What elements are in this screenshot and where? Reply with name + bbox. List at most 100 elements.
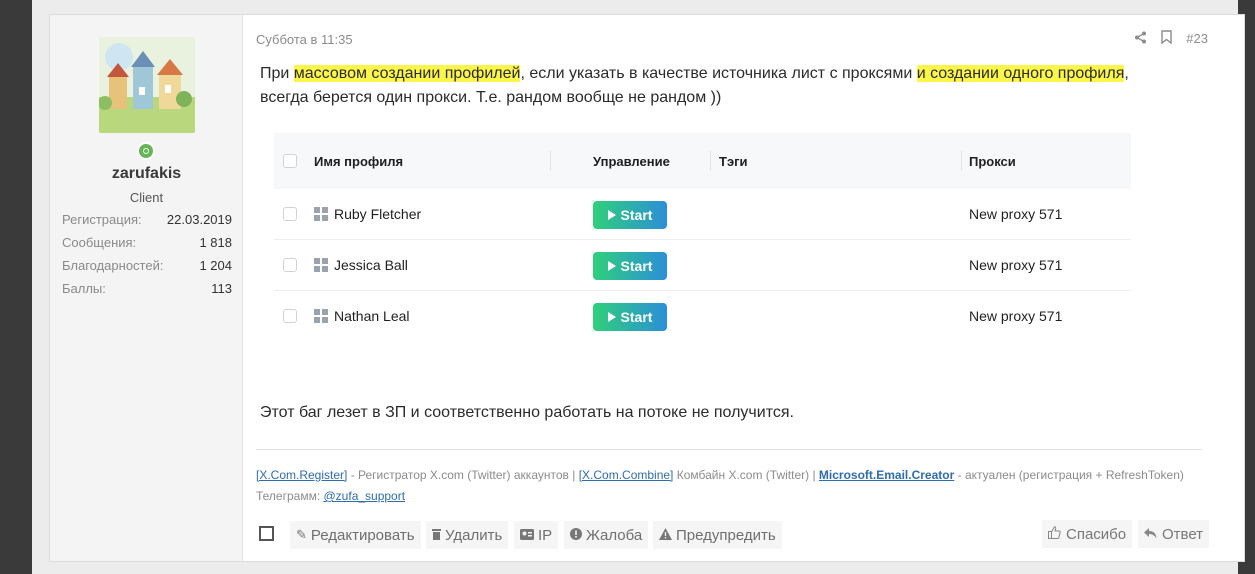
- profile-name: Ruby Fletcher: [314, 206, 421, 222]
- play-icon: [607, 210, 616, 220]
- stat-value: 1 818: [199, 235, 232, 250]
- stat-label: Сообщения:: [62, 235, 137, 250]
- warn-button[interactable]: Предупредить: [653, 521, 782, 549]
- row-checkbox: [283, 309, 297, 323]
- start-label: Start: [620, 207, 653, 223]
- reply-icon: [1144, 526, 1157, 543]
- select-post-checkbox[interactable]: [259, 526, 274, 541]
- profile-name: Jessica Ball: [314, 257, 408, 273]
- column-header: Прокси: [969, 153, 1016, 169]
- stat-row: Сообщения: 1 818: [62, 231, 232, 254]
- table-row: Ruby Fletcher Start New proxy 571: [274, 189, 1131, 240]
- column-header: Тэги: [719, 153, 748, 169]
- signature-text: - Регистратор X.com (Twitter) аккаунтов …: [347, 468, 579, 482]
- trash-icon: [432, 528, 441, 543]
- report-label: Жалоба: [586, 526, 643, 544]
- table-row: Jessica Ball Start New proxy 571: [274, 240, 1131, 291]
- signature-link[interactable]: Microsoft.Email.Creator: [819, 468, 954, 482]
- warn-label: Предупредить: [676, 526, 776, 544]
- thumbs-up-icon: [1048, 525, 1061, 543]
- post-message: При массовом создании профилей, если ука…: [260, 62, 1200, 110]
- stat-row: Регистрация: 22.03.2019: [62, 208, 232, 231]
- online-indicator-icon: [137, 142, 155, 160]
- post-number[interactable]: #23: [1186, 31, 1208, 46]
- like-button[interactable]: Спасибо: [1042, 520, 1133, 548]
- profile-name: Nathan Leal: [314, 308, 410, 324]
- signature-line-1: [X.Com.Register] - Регистратор X.com (Tw…: [256, 468, 1184, 482]
- profile-grid-icon: [314, 258, 328, 272]
- username[interactable]: zarufakis: [50, 165, 243, 183]
- play-icon: [607, 261, 616, 271]
- highlighted-text: и создании одного профиля: [916, 65, 1125, 82]
- profile-grid-icon: [314, 207, 328, 221]
- share-icon[interactable]: [1134, 31, 1147, 47]
- ip-label: IP: [538, 526, 553, 544]
- pencil-icon: ✎: [296, 527, 307, 542]
- post-actions: ✎ Редактировать Удалить IP Жалоба Предуп…: [256, 520, 1210, 550]
- signature-divider: [256, 449, 1202, 450]
- profile-name-text: Ruby Fletcher: [334, 206, 422, 222]
- signature-text: Комбайн X.com (Twitter) |: [673, 468, 819, 482]
- post-message-2: Этот баг лезет в ЗП и соответственно раб…: [260, 404, 794, 421]
- avatar[interactable]: [99, 37, 195, 133]
- user-stats: Регистрация: 22.03.2019 Сообщения: 1 818 Б…: [62, 208, 232, 300]
- start-label: Start: [620, 309, 653, 325]
- signature-link[interactable]: [X.Com.Register]: [256, 468, 347, 482]
- post-date[interactable]: Суббота в 11:35: [256, 32, 353, 47]
- telegram-link[interactable]: @zufa_support: [324, 489, 406, 503]
- table-row: Nathan Leal Start New proxy 571: [274, 291, 1131, 341]
- delete-label: Удалить: [445, 526, 503, 544]
- profile-grid-icon: [314, 309, 328, 323]
- signature-line-2: Телеграмм: @zufa_support: [256, 489, 405, 503]
- page: zarufakis Client Регистрация: 22.03.2019 …: [32, 0, 1245, 574]
- user-pane: zarufakis Client Регистрация: 22.03.2019 …: [50, 15, 243, 561]
- message-text: ,: [1124, 65, 1129, 82]
- proxy-value: New proxy 571: [969, 308, 1063, 324]
- row-checkbox: [283, 207, 297, 221]
- start-label: Start: [620, 258, 653, 274]
- warning-icon: [659, 527, 672, 543]
- like-label: Спасибо: [1066, 525, 1127, 543]
- ip-button[interactable]: IP: [514, 521, 559, 549]
- message-text: При: [260, 65, 294, 82]
- stat-label: Баллы:: [62, 281, 106, 296]
- stat-row: Благодарностей: 1 204: [62, 254, 232, 277]
- signature-link[interactable]: [X.Com.Combine]: [579, 468, 674, 482]
- delete-button[interactable]: Удалить: [426, 521, 509, 549]
- proxy-value: New proxy 571: [969, 206, 1063, 222]
- start-button: Start: [593, 201, 667, 229]
- play-icon: [607, 312, 616, 322]
- highlighted-text: массовом создании профилей: [293, 65, 521, 82]
- user-title: Client: [129, 190, 164, 205]
- post: zarufakis Client Регистрация: 22.03.2019 …: [49, 14, 1245, 562]
- embedded-screenshot[interactable]: Имя профиля Управление Тэги Прокси Ruby …: [274, 133, 1131, 351]
- reply-label: Ответ: [1162, 525, 1204, 543]
- signature-text: - актуален (регистрация + RefreshToken): [954, 468, 1184, 482]
- stat-label: Регистрация:: [62, 212, 142, 227]
- profile-name-text: Jessica Ball: [334, 257, 408, 273]
- edit-button[interactable]: ✎ Редактировать: [290, 521, 421, 549]
- telegram-label: Телеграмм:: [256, 489, 324, 503]
- start-button: Start: [593, 303, 667, 331]
- column-header: Имя профиля: [314, 153, 404, 169]
- id-card-icon: [520, 528, 534, 543]
- profile-name-text: Nathan Leal: [334, 308, 410, 324]
- row-checkbox: [283, 258, 297, 272]
- table-header: Имя профиля Управление Тэги Прокси: [274, 133, 1131, 189]
- alert-circle-icon: [570, 527, 582, 543]
- select-all-checkbox: [283, 154, 297, 168]
- reply-button[interactable]: Ответ: [1138, 520, 1210, 548]
- message-text: всегда берется один прокси. Т.е. рандом …: [260, 89, 722, 106]
- post-meta-icons: #23: [1134, 30, 1208, 47]
- stat-value: 113: [211, 281, 232, 296]
- bookmark-icon[interactable]: [1161, 30, 1172, 47]
- stat-label: Благодарностей:: [62, 258, 164, 273]
- post-main: Суббота в 11:35 #23 При массовом создани…: [256, 15, 1210, 561]
- proxy-value: New proxy 571: [969, 257, 1063, 273]
- stat-value: 1 204: [199, 258, 232, 273]
- report-button[interactable]: Жалоба: [564, 521, 649, 549]
- start-button: Start: [593, 252, 667, 280]
- column-header: Управление: [593, 153, 670, 169]
- stat-value: 22.03.2019: [166, 212, 232, 227]
- stat-row: Баллы: 113: [62, 277, 232, 300]
